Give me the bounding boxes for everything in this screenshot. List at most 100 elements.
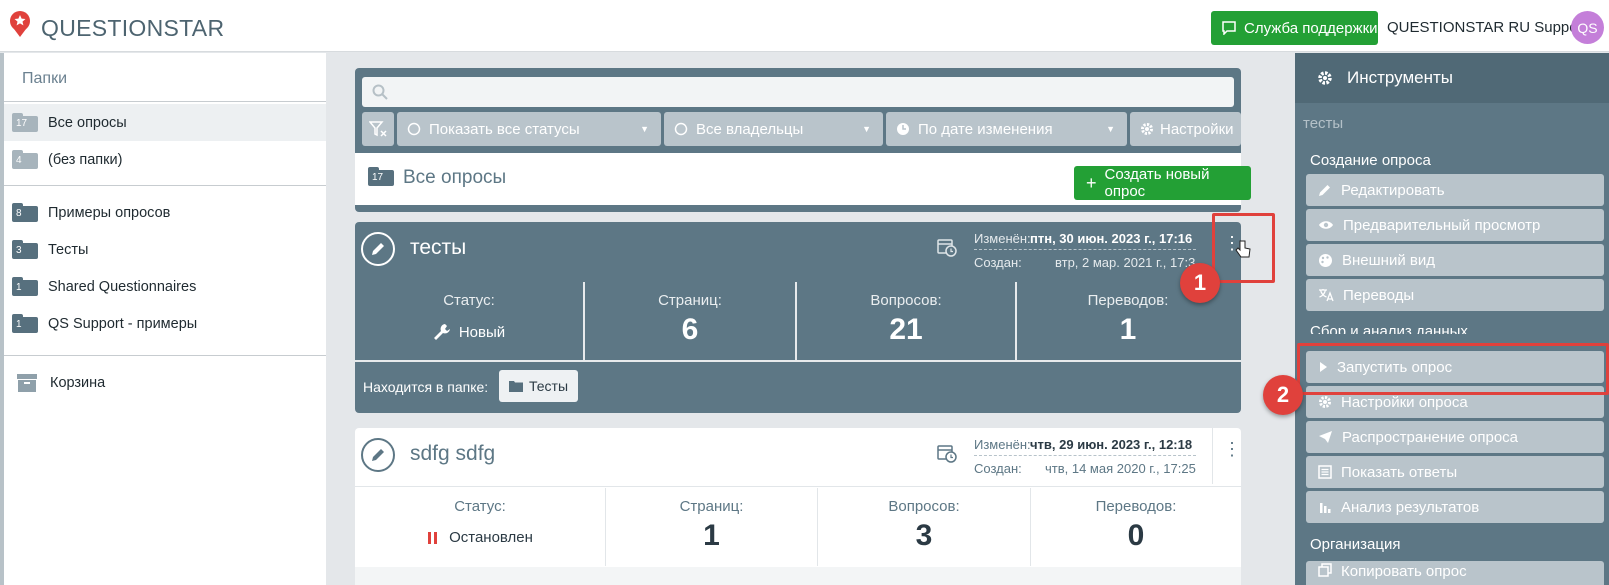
divider xyxy=(1212,428,1213,484)
wrench-icon xyxy=(433,324,450,340)
circle-icon xyxy=(674,122,688,136)
divider xyxy=(4,185,326,186)
sidebar-item-trash[interactable]: Корзина xyxy=(4,364,326,401)
sidebar-item-label: Тесты xyxy=(48,241,89,258)
paper-plane-icon xyxy=(1319,431,1332,443)
survey-name[interactable]: тесты xyxy=(410,236,466,260)
created-date: чтв, 14 мая 2020 г., 17:25 xyxy=(1045,461,1196,476)
modified-date: птн, 30 июн. 2023 г., 17:16 xyxy=(1030,231,1193,246)
filter-clear-icon xyxy=(369,121,387,137)
sidebar-item-shared[interactable]: 1 Shared Questionnaires xyxy=(4,268,326,305)
card-footer xyxy=(355,567,1241,585)
calendar-clock-icon xyxy=(937,239,957,257)
user-name[interactable]: QUESTIONSTAR RU Support xyxy=(1387,19,1587,36)
sidebar-item-qs-support[interactable]: 1 QS Support - примеры xyxy=(4,305,326,342)
distribution-button[interactable]: Распространение опроса xyxy=(1306,421,1604,453)
questions-stat: Вопросов: 3 xyxy=(888,498,960,552)
more-menu-icon[interactable]: ⋮ xyxy=(1223,440,1241,458)
sidebar-item-examples[interactable]: 8 Примеры опросов xyxy=(4,194,326,231)
pause-icon xyxy=(428,531,438,544)
tools-header: Инструменты xyxy=(1295,53,1609,103)
support-button[interactable]: Служба поддержки xyxy=(1211,11,1378,45)
owner-filter-label: Все владельцы xyxy=(696,120,804,138)
section-create-title: Создание опроса xyxy=(1310,152,1431,169)
pages-stat: Страниц: 1 xyxy=(679,498,744,552)
caret-down-icon: ▼ xyxy=(640,124,649,134)
clock-icon xyxy=(897,123,909,135)
highlight-box-launch xyxy=(1297,343,1609,395)
section-org-title: Организация xyxy=(1310,536,1401,553)
survey-card[interactable]: тесты Изменён: птн, 30 июн. 2023 г., 17:… xyxy=(355,222,1251,413)
settings-button[interactable]: Настройки xyxy=(1130,112,1241,146)
folder-icon xyxy=(509,381,523,392)
folders-sidebar: Папки 17 Все опросы 4 (без папки) 8 Прим… xyxy=(4,53,326,585)
survey-card[interactable]: sdfg sdfg Изменён: чтв, 29 июн. 2023 г.,… xyxy=(355,428,1241,585)
translations-stat: Переводов: 0 xyxy=(1095,498,1177,552)
sidebar-item-all-surveys[interactable]: 17 Все опросы xyxy=(4,104,326,141)
status-filter-label: Показать все статусы xyxy=(429,120,580,138)
pages-stat: Страниц: 6 xyxy=(658,292,722,346)
folder-icon: 1 xyxy=(12,277,38,296)
sidebar-item-label: Примеры опросов xyxy=(48,204,171,221)
location-label: Находится в папке: xyxy=(363,379,489,395)
highlight-box-menu xyxy=(1212,213,1275,283)
show-responses-button[interactable]: Показать ответы xyxy=(1306,456,1604,488)
translations-button[interactable]: Переводы xyxy=(1306,279,1604,311)
gear-icon xyxy=(1319,396,1331,408)
appearance-button[interactable]: Внешний вид xyxy=(1306,244,1604,276)
caret-down-icon: ▼ xyxy=(1106,124,1115,134)
circle-icon xyxy=(407,122,421,136)
step-badge-1: 1 xyxy=(1180,263,1220,303)
palette-icon xyxy=(1319,253,1332,267)
support-button-label: Служба поддержки xyxy=(1244,19,1378,37)
calendar-clock-icon xyxy=(937,445,957,463)
divider xyxy=(974,455,1196,456)
divider xyxy=(355,360,1241,362)
status-filter-select[interactable]: Показать все статусы ▼ xyxy=(397,112,661,146)
folder-icon: 3 xyxy=(12,240,38,259)
sidebar-item-label: Все опросы xyxy=(48,114,127,131)
divider xyxy=(4,101,326,102)
sidebar-item-tests[interactable]: 3 Тесты xyxy=(4,231,326,268)
sidebar-item-label: QS Support - примеры xyxy=(48,315,198,332)
folder-icon: 1 xyxy=(12,314,38,333)
folder-chip[interactable]: Тесты xyxy=(499,370,579,402)
bar-chart-icon xyxy=(1320,503,1331,513)
owner-filter-select[interactable]: Все владельцы ▼ xyxy=(664,112,883,146)
sidebar-item-label: (без папки) xyxy=(48,151,123,168)
created-label: Создан: xyxy=(974,461,1022,476)
pencil-icon xyxy=(1319,185,1330,196)
status-stat: Статус: Остановлен xyxy=(355,488,605,566)
questionstar-logo-icon[interactable] xyxy=(8,10,34,38)
edit-icon[interactable] xyxy=(361,438,395,472)
translate-icon xyxy=(1319,289,1334,302)
list-icon xyxy=(1318,465,1332,479)
sidebar-title: Папки xyxy=(22,70,67,87)
settings-label: Настройки xyxy=(1160,120,1234,138)
preview-button[interactable]: Предварительный просмотр xyxy=(1306,209,1604,241)
eye-icon xyxy=(1319,221,1333,229)
questions-stat: Вопросов: 21 xyxy=(870,292,942,346)
caret-down-icon: ▼ xyxy=(862,124,871,134)
search-input[interactable] xyxy=(362,77,1234,107)
tools-subtitle: тесты xyxy=(1303,115,1344,132)
folder-icon: 4 xyxy=(12,150,38,169)
created-date: втр, 2 мар. 2021 г., 17:34 xyxy=(1055,255,1196,270)
app-name[interactable]: QUESTIONSTAR xyxy=(41,15,224,42)
sidebar-item-label: Shared Questionnaires xyxy=(48,278,197,295)
edit-icon[interactable] xyxy=(361,232,395,266)
sort-label: По дате изменения xyxy=(918,120,1053,138)
edit-button[interactable]: Редактировать xyxy=(1306,174,1604,206)
avatar[interactable]: QS xyxy=(1571,11,1604,44)
create-survey-button[interactable]: + Создать новый опрос xyxy=(1074,166,1251,200)
folder-icon: 17 xyxy=(12,113,38,132)
modified-label: Изменён: xyxy=(974,437,1031,452)
sidebar-item-no-folder[interactable]: 4 (без папки) xyxy=(4,141,326,178)
survey-name[interactable]: sdfg sdfg xyxy=(410,442,495,466)
modified-label: Изменён: xyxy=(974,231,1031,246)
sort-select[interactable]: По дате изменения ▼ xyxy=(886,112,1127,146)
gear-icon xyxy=(1141,123,1153,135)
analysis-button[interactable]: Анализ результатов xyxy=(1306,491,1604,523)
clear-filter-button[interactable] xyxy=(362,112,394,146)
copy-survey-button[interactable]: Копировать опрос xyxy=(1306,561,1604,585)
